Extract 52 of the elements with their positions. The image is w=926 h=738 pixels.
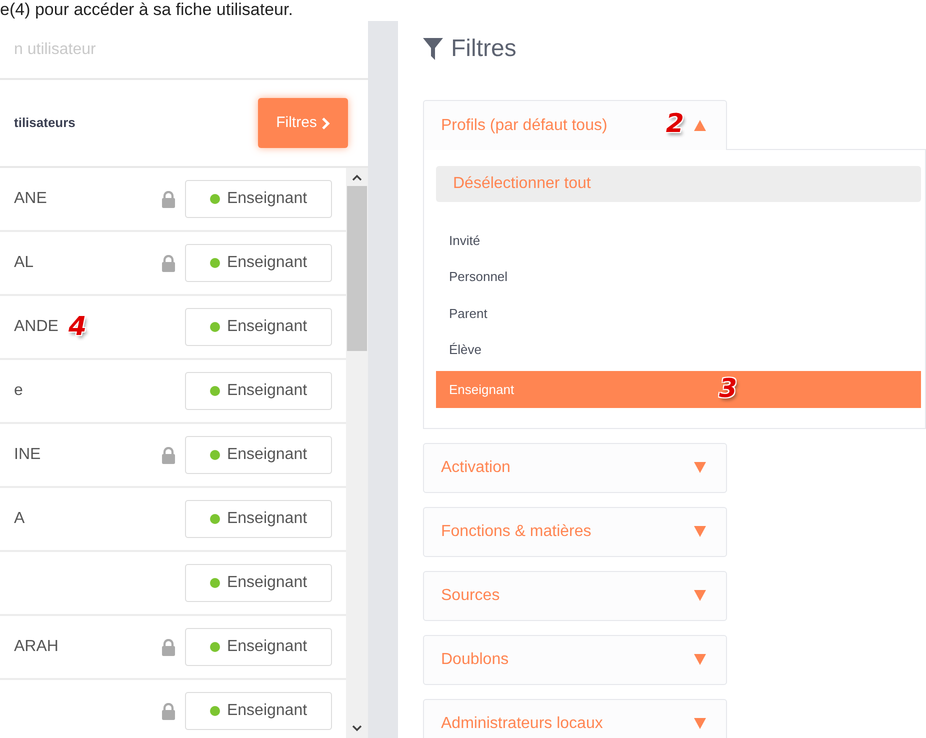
user-name: ANE (14, 189, 47, 209)
role-badge: Enseignant (185, 500, 332, 538)
filters-title: Filtres (451, 34, 516, 64)
user-name: e (14, 381, 23, 401)
caret-down-icon (694, 526, 706, 537)
user-name: A (14, 509, 25, 529)
role-badge: Enseignant (185, 180, 332, 218)
caret-down-icon (694, 590, 706, 601)
role-badge: Enseignant (185, 308, 332, 346)
profile-option[interactable]: Enseignant 3 (436, 371, 921, 408)
scroll-up-icon (352, 174, 362, 181)
role-badge: Enseignant (185, 692, 332, 730)
accordion-header[interactable]: Profils (par défaut tous) 2 (423, 100, 727, 150)
deselect-all-button[interactable]: Désélectionner tout (436, 166, 921, 202)
user-name: ANDE (14, 317, 58, 337)
role-badge: Enseignant (185, 628, 332, 666)
accordion-header[interactable]: Doublons (423, 634, 727, 684)
profile-option[interactable]: Personnel (436, 258, 921, 295)
lock-icon (161, 446, 176, 464)
filter-icon (423, 38, 443, 60)
callout-number: 3 (719, 376, 738, 402)
lock-icon (161, 190, 176, 208)
role-badge: Enseignant (185, 244, 332, 282)
scrollbar-thumb[interactable] (347, 186, 367, 351)
lock-icon (161, 638, 176, 656)
scrollbar[interactable] (346, 168, 368, 738)
lock-icon (161, 702, 176, 720)
chevron-right-icon (320, 116, 330, 130)
accordion-header[interactable]: Administrateurs locaux (423, 698, 727, 738)
callout-number: 2 (666, 109, 684, 139)
caret-down-icon (694, 718, 706, 729)
callout-number: 4 (68, 314, 87, 340)
accordion-header[interactable]: Sources (423, 570, 727, 620)
lock-icon (161, 254, 176, 272)
profile-option[interactable]: Invité (436, 222, 921, 258)
user-name: INE (14, 445, 41, 465)
profile-option[interactable]: Élève (436, 332, 921, 368)
user-name: AL (14, 253, 34, 273)
caret-up-icon (694, 120, 706, 131)
caret-down-icon (694, 654, 706, 665)
filters-button[interactable]: Filtres (258, 98, 348, 148)
scroll-down-icon (352, 725, 362, 732)
role-badge: Enseignant (185, 436, 332, 474)
caret-down-icon (694, 462, 706, 473)
role-badge: Enseignant (185, 372, 332, 410)
user-name: ARAH (14, 637, 58, 657)
accordion-header[interactable]: Activation (423, 442, 727, 492)
caption-text: e(4) pour accéder à sa fiche utilisateur. (0, 0, 293, 20)
role-badge: Enseignant (185, 564, 332, 602)
profile-option[interactable]: Parent (436, 295, 921, 332)
accordion-header[interactable]: Fonctions & matières (423, 506, 727, 556)
list-title: tilisateurs (14, 114, 76, 132)
